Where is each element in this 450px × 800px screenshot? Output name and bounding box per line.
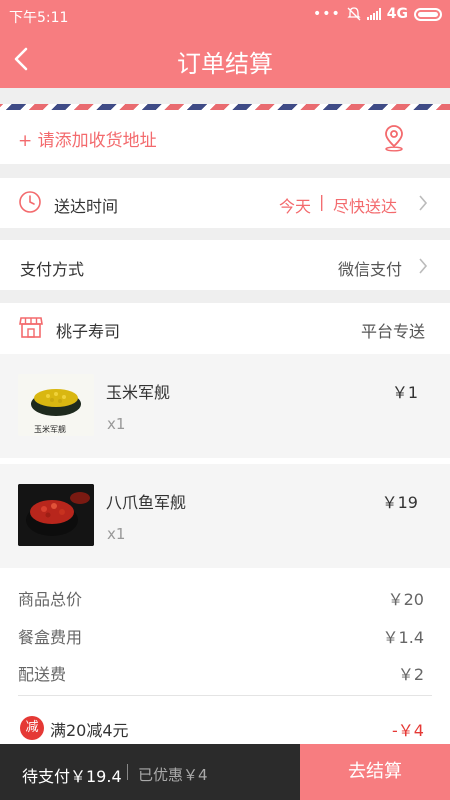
discount-badge: 减 [20, 716, 44, 740]
box-fee-value: ￥1.4 [382, 628, 424, 647]
status-time: 下午5:11 [9, 10, 69, 26]
shop-delivery-type: 平台专送 [361, 322, 426, 341]
item-thumbnail: 玉米军舰 [18, 374, 94, 436]
network-type: 4G [386, 6, 408, 22]
payment-method-value: 微信支付 [338, 260, 403, 279]
payment-chevron-right-icon [419, 258, 428, 274]
delivery-chevron-right-icon [419, 195, 428, 211]
shop-name: 桃子寿司 [56, 322, 121, 341]
item-name: 玉米军舰 [106, 383, 171, 402]
item-quantity: x1 [107, 525, 126, 543]
delivery-fee-label: 配送费 [18, 665, 67, 684]
box-fee-label: 餐盒费用 [18, 628, 83, 647]
promotion-amount: -￥4 [392, 721, 424, 740]
item-quantity: x1 [107, 415, 126, 433]
delivery-fee-value: ￥2 [397, 665, 424, 684]
amount-to-pay: 待支付￥19.4 [22, 767, 122, 786]
battery-icon [414, 7, 442, 21]
promotion-text: 满20减4元 [50, 721, 129, 740]
item-name: 八爪鱼军舰 [106, 493, 187, 512]
delivery-separator: | [319, 192, 325, 211]
checkout-button[interactable]: 去结算 [300, 744, 450, 800]
delivery-day: 今天 [279, 197, 312, 216]
item-thumbnail [18, 484, 94, 546]
signal-icon [366, 8, 381, 20]
mute-bell-icon [347, 7, 361, 21]
subtotal-value: ￥20 [387, 590, 424, 609]
checkout-bar: 待支付￥19.4 已优惠￥4 去结算 [0, 744, 450, 800]
delivery-option: 尽快送达 [333, 197, 398, 216]
divider [18, 695, 432, 696]
subtotal-label: 商品总价 [18, 590, 83, 609]
clock-icon [19, 191, 41, 213]
amount-saved: 已优惠￥4 [138, 766, 208, 784]
status-icons: ••• 4G [313, 6, 442, 22]
page-title: 订单结算 [177, 50, 273, 78]
status-bar: 下午5:11 ••• 4G [0, 0, 450, 30]
delivery-time-label: 送达时间 [54, 197, 119, 216]
payment-method-label: 支付方式 [20, 260, 85, 279]
app-header: 下午5:11 ••• 4G 订单结算 [0, 0, 450, 88]
item-price: ￥19 [381, 493, 418, 512]
summary-separator [127, 764, 128, 780]
add-address-link[interactable]: + 请添加收货地址 [18, 126, 157, 151]
item-price: ￥1 [391, 383, 418, 402]
location-pin-icon[interactable] [383, 124, 405, 152]
shop-icon [19, 317, 43, 338]
payment-summary: 待支付￥19.4 已优惠￥4 [0, 744, 300, 800]
thumbnail-caption: 玉米军舰 [34, 425, 66, 434]
notification-dots-icon: ••• [312, 6, 341, 22]
